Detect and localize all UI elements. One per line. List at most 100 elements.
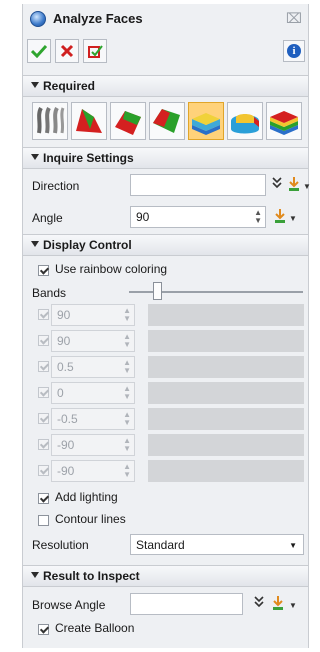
angle-field[interactable]: 90 ▲ ▼ [130,206,266,228]
angle-dropdown-icon[interactable]: ▼ [289,214,297,223]
band-value-field[interactable]: 0.5 ▲ ▼ [51,356,135,378]
band-row: 0.5 ▲ ▼ [32,356,306,378]
curvature-faces-icon [192,113,220,135]
top-bottom-faces-icon [153,109,180,133]
band-value-field[interactable]: -0.5 ▲ ▼ [51,408,135,430]
section-result-label: Result to Inspect [43,569,140,583]
band-checkbox[interactable] [38,309,49,320]
band-color-swatch[interactable] [148,382,304,404]
rainbow-faces-icon [270,111,298,135]
undercut-faces-button[interactable] [71,102,107,140]
contour-checkbox[interactable] [38,515,49,526]
angle-pick-icon[interactable] [273,208,289,224]
side-faces-button[interactable] [110,102,146,140]
check-icon [31,44,47,58]
resolution-value: Standard [136,538,185,552]
band-row: 90 ▲ ▼ [32,304,306,326]
browse-angle-field[interactable] [130,593,243,615]
band-row: -90 ▲ ▼ [32,434,306,456]
direction-field[interactable] [130,174,266,196]
band-value: 0.5 [57,360,74,374]
band-spinner-icon[interactable]: ▲ ▼ [123,307,131,323]
browse-pick-icon[interactable] [271,595,287,611]
cancel-button[interactable] [55,39,79,63]
band-color-swatch[interactable] [148,408,304,430]
bands-slider-thumb[interactable] [153,282,162,300]
chevron-down-icon: ▼ [289,541,297,550]
band-spinner-icon[interactable]: ▲ ▼ [123,333,131,349]
section-display-label: Display Control [43,238,132,252]
band-checkbox[interactable] [38,387,49,398]
band-checkbox[interactable] [38,361,49,372]
close-icon[interactable]: ⌧ [286,10,302,27]
browse-dropdown-icon[interactable]: ▼ [289,601,297,610]
panel-title: Analyze Faces [53,11,143,26]
band-color-swatch[interactable] [148,304,304,326]
draft-faces-icon [37,107,65,134]
band-spinner-icon[interactable]: ▲ ▼ [123,411,131,427]
browse-angle-label: Browse Angle [32,598,106,612]
direction-dropdown-icon[interactable]: ▼ [303,182,311,191]
band-color-swatch[interactable] [148,356,304,378]
band-row: -90 ▲ ▼ [32,460,306,482]
band-spinner-icon[interactable]: ▲ ▼ [123,359,131,375]
band-value-field[interactable]: -90 ▲ ▼ [51,434,135,456]
rainbow-checkbox[interactable] [38,265,49,276]
band-value: -0.5 [57,412,78,426]
lighting-checkbox[interactable] [38,493,49,504]
section-inquire-settings[interactable]: Inquire Settings [23,147,308,169]
apply-icon [88,45,103,58]
section-required[interactable]: Required [23,75,308,97]
band-color-swatch[interactable] [148,330,304,352]
collapse-triangle-icon [31,154,39,160]
bands-label: Bands [32,286,67,300]
band-value-field[interactable]: 90 ▲ ▼ [51,330,135,352]
band-row: 0 ▲ ▼ [32,382,306,404]
analyze-faces-panel: Analyze Faces ⌧ i Required Inquire Setti… [22,4,311,648]
band-checkbox[interactable] [38,465,49,476]
section-result-to-inspect[interactable]: Result to Inspect [23,565,308,587]
angle-label: Angle [32,211,63,225]
band-checkbox[interactable] [38,439,49,450]
rainbow-faces-button[interactable] [266,102,302,140]
create-balloon-label: Create Balloon [55,621,135,635]
collapse-triangle-icon [31,572,39,578]
band-value-field[interactable]: -90 ▲ ▼ [51,460,135,482]
info-button[interactable]: i [283,40,305,62]
blend-faces-icon [231,114,259,134]
face-type-buttons [32,102,306,142]
band-value-field[interactable]: 0 ▲ ▼ [51,382,135,404]
create-balloon-checkbox[interactable] [38,624,49,635]
apply-button[interactable] [83,39,107,63]
ok-button[interactable] [27,39,51,63]
blend-faces-button[interactable] [227,102,263,140]
resolution-label: Resolution [32,538,89,552]
band-color-swatch[interactable] [148,460,304,482]
direction-toggle-icon[interactable] [271,176,283,193]
lighting-label: Add lighting [55,490,118,504]
section-display-control[interactable]: Display Control [23,234,308,256]
band-spinner-icon[interactable]: ▲ ▼ [123,463,131,479]
band-checkbox[interactable] [38,413,49,424]
section-inquire-label: Inquire Settings [43,151,134,165]
browse-toggle-icon[interactable] [253,595,265,612]
band-row: -0.5 ▲ ▼ [32,408,306,430]
top-bottom-faces-button[interactable] [149,102,185,140]
title-bar: Analyze Faces ⌧ [23,4,308,34]
band-color-swatch[interactable] [148,434,304,456]
rainbow-label: Use rainbow coloring [55,262,168,276]
band-row: 90 ▲ ▼ [32,330,306,352]
direction-pick-icon[interactable] [287,176,303,192]
angle-spinner-icon[interactable]: ▲ ▼ [254,209,262,225]
band-checkbox[interactable] [38,335,49,346]
undercut-faces-icon [76,109,102,133]
band-value-field[interactable]: 90 ▲ ▼ [51,304,135,326]
band-spinner-icon[interactable]: ▲ ▼ [123,385,131,401]
band-value: -90 [57,438,75,452]
angle-value: 90 [136,210,150,224]
curvature-faces-button[interactable] [188,102,224,140]
draft-faces-button[interactable] [32,102,68,140]
collapse-triangle-icon [31,82,39,88]
band-spinner-icon[interactable]: ▲ ▼ [123,437,131,453]
resolution-select[interactable]: Standard ▼ [130,534,304,555]
